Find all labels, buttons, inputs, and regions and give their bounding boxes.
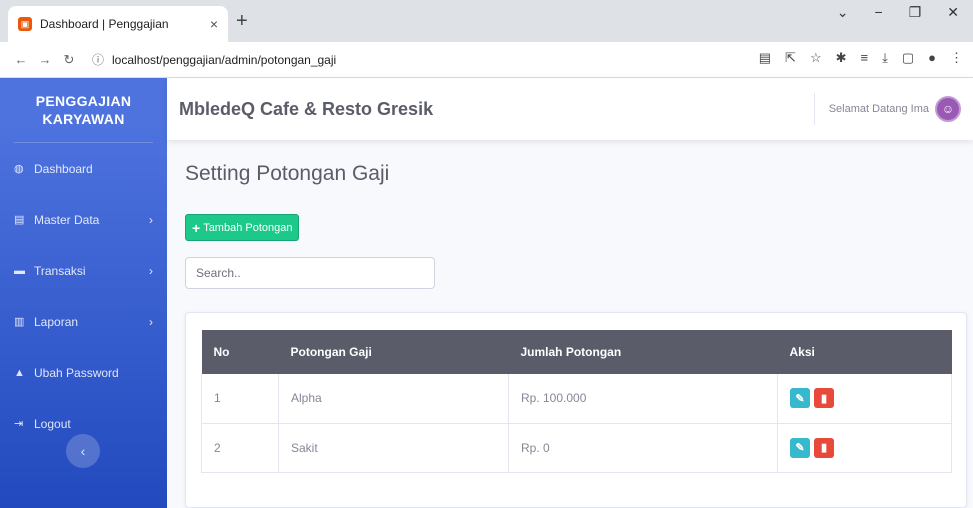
edit-icon: ✎ <box>795 392 805 405</box>
trash-icon: ▮ <box>820 442 828 454</box>
chevron-right-icon: › <box>149 263 153 278</box>
sidebar-item-label: Ubah Password <box>34 365 119 380</box>
add-potongan-button[interactable]: + Tambah Potongan <box>185 214 300 241</box>
lock-icon: ▲ <box>14 366 25 379</box>
url-field[interactable]: ⓘ localhost/penggajian/admin/potongan_ga… <box>92 51 336 68</box>
topbar: MbledeQ Cafe & Resto Gresik Selamat Data… <box>167 78 973 140</box>
back-icon[interactable]: ← <box>10 52 32 67</box>
share-icon[interactable]: ⇱ <box>785 50 796 66</box>
sidebar: PENGGAJIAN KARYAWAN ◍ Dashboard ▤ Master… <box>0 78 167 508</box>
url-text: localhost/penggajian/admin/potongan_gaji <box>112 52 337 67</box>
sidebar-item-dashboard[interactable]: ◍ Dashboard <box>0 143 167 194</box>
page-title: Setting Potongan Gaji <box>185 162 390 185</box>
minimize-icon[interactable]: − <box>875 4 883 21</box>
table-row: 2 Sakit Rp. 0 ✎ ▮ <box>201 423 952 473</box>
edit-icon: ✎ <box>795 442 805 454</box>
side-panel-icon[interactable]: ▢ <box>902 50 914 66</box>
app-title: MbledeQ Cafe & Resto Gresik <box>179 98 434 119</box>
cell-potongan: Alpha <box>278 374 509 424</box>
sidebar-item-label: Transaksi <box>34 263 86 278</box>
sidebar-item-transaksi[interactable]: ▬ Transaksi › <box>0 245 167 296</box>
browser-addressbar: ← → ↻ ⓘ localhost/penggajian/admin/poton… <box>0 42 973 78</box>
topbar-divider <box>813 93 815 125</box>
welcome-text[interactable]: Selamat Datang Ima <box>829 103 929 115</box>
cell-potongan: Sakit <box>278 423 509 473</box>
add-potongan-label: Tambah Potongan <box>203 221 293 234</box>
window-close-icon[interactable]: ✕ <box>947 4 959 21</box>
sidebar-item-label: Dashboard <box>34 161 93 176</box>
cell-jumlah: Rp. 100.000 <box>508 374 778 424</box>
download-icon[interactable]: ⤓ <box>882 50 888 66</box>
header-jumlah-potongan: Jumlah Potongan <box>508 330 778 374</box>
translate-icon[interactable]: ▤ <box>759 50 771 66</box>
cell-aksi: ✎ ▮ <box>777 423 952 473</box>
reading-list-icon[interactable]: ≡ <box>861 50 869 66</box>
bookmark-star-icon[interactable]: ☆ <box>810 50 822 66</box>
restore-icon[interactable]: ❐ <box>909 4 922 21</box>
chevron-left-icon: ‹ <box>80 443 86 459</box>
main-content: Setting Potongan Gaji + Tambah Potongan … <box>167 140 973 508</box>
search-input[interactable] <box>185 257 435 289</box>
chevron-right-icon: › <box>149 212 153 227</box>
sidebar-item-label: Laporan <box>34 314 79 329</box>
menu-kebab-icon[interactable]: ⋮ <box>950 50 963 66</box>
database-icon: ▤ <box>14 213 25 226</box>
user-icon: ☺ <box>941 102 955 116</box>
money-icon: ▬ <box>14 264 25 277</box>
site-info-icon[interactable]: ⓘ <box>92 51 104 68</box>
sidebar-toggle-button[interactable]: ‹ <box>66 434 100 468</box>
table-row: 1 Alpha Rp. 100.000 ✎ ▮ <box>201 374 952 424</box>
avatar[interactable]: ☺ <box>935 96 961 122</box>
sidebar-item-master-data[interactable]: ▤ Master Data › <box>0 194 167 245</box>
cell-jumlah: Rp. 0 <box>508 423 778 473</box>
tab-search-icon[interactable]: ⌄ <box>837 4 849 21</box>
cell-no: 2 <box>201 423 279 473</box>
trash-icon: ▮ <box>820 392 828 405</box>
browser-toolbar-icons: ▤ ⇱ ☆ ✱ ≡ ⤓ ▢ ● ⋮ <box>759 50 963 66</box>
sidebar-item-label: Master Data <box>34 212 100 227</box>
table-card: No Potongan Gaji Jumlah Potongan Aksi 1 … <box>185 312 967 508</box>
table-header-row: No Potongan Gaji Jumlah Potongan Aksi <box>201 330 952 374</box>
edit-button[interactable]: ✎ <box>790 388 810 409</box>
sidebar-item-ubah-password[interactable]: ▲ Ubah Password <box>0 347 167 398</box>
tab-close-icon[interactable]: × <box>210 16 218 32</box>
header-potongan-gaji: Potongan Gaji <box>278 330 509 374</box>
extensions-icon[interactable]: ✱ <box>836 50 847 66</box>
window-controls: ⌄ − ❐ ✕ <box>837 4 973 21</box>
delete-button[interactable]: ▮ <box>814 388 834 409</box>
delete-button[interactable]: ▮ <box>814 437 834 458</box>
forward-icon[interactable]: → <box>34 52 56 67</box>
sidebar-item-label: Logout <box>34 416 71 431</box>
header-no: No <box>201 330 279 374</box>
browser-tabbar: ▣ Dashboard | Penggajian × + ⌄ − ❐ ✕ <box>0 0 973 42</box>
favicon-icon: ▣ <box>18 17 32 31</box>
dashboard-icon: ◍ <box>14 162 24 175</box>
potongan-table: No Potongan Gaji Jumlah Potongan Aksi 1 … <box>201 330 952 473</box>
header-aksi: Aksi <box>777 330 952 374</box>
chevron-right-icon: › <box>149 314 153 329</box>
copy-icon: ▥ <box>14 315 25 328</box>
reload-icon[interactable]: ↻ <box>58 52 80 68</box>
plus-icon: + <box>192 219 201 236</box>
sidebar-item-laporan[interactable]: ▥ Laporan › <box>0 296 167 347</box>
profile-icon[interactable]: ● <box>928 50 936 66</box>
tab-title: Dashboard | Penggajian <box>40 17 169 31</box>
edit-button[interactable]: ✎ <box>790 437 810 458</box>
cell-no: 1 <box>201 374 279 424</box>
new-tab-button[interactable]: + <box>236 10 248 33</box>
sidebar-brand[interactable]: PENGGAJIAN KARYAWAN <box>0 78 167 142</box>
browser-tab[interactable]: ▣ Dashboard | Penggajian × <box>8 6 228 42</box>
sign-out-icon: ⇥ <box>14 417 24 430</box>
cell-aksi: ✎ ▮ <box>777 374 952 424</box>
